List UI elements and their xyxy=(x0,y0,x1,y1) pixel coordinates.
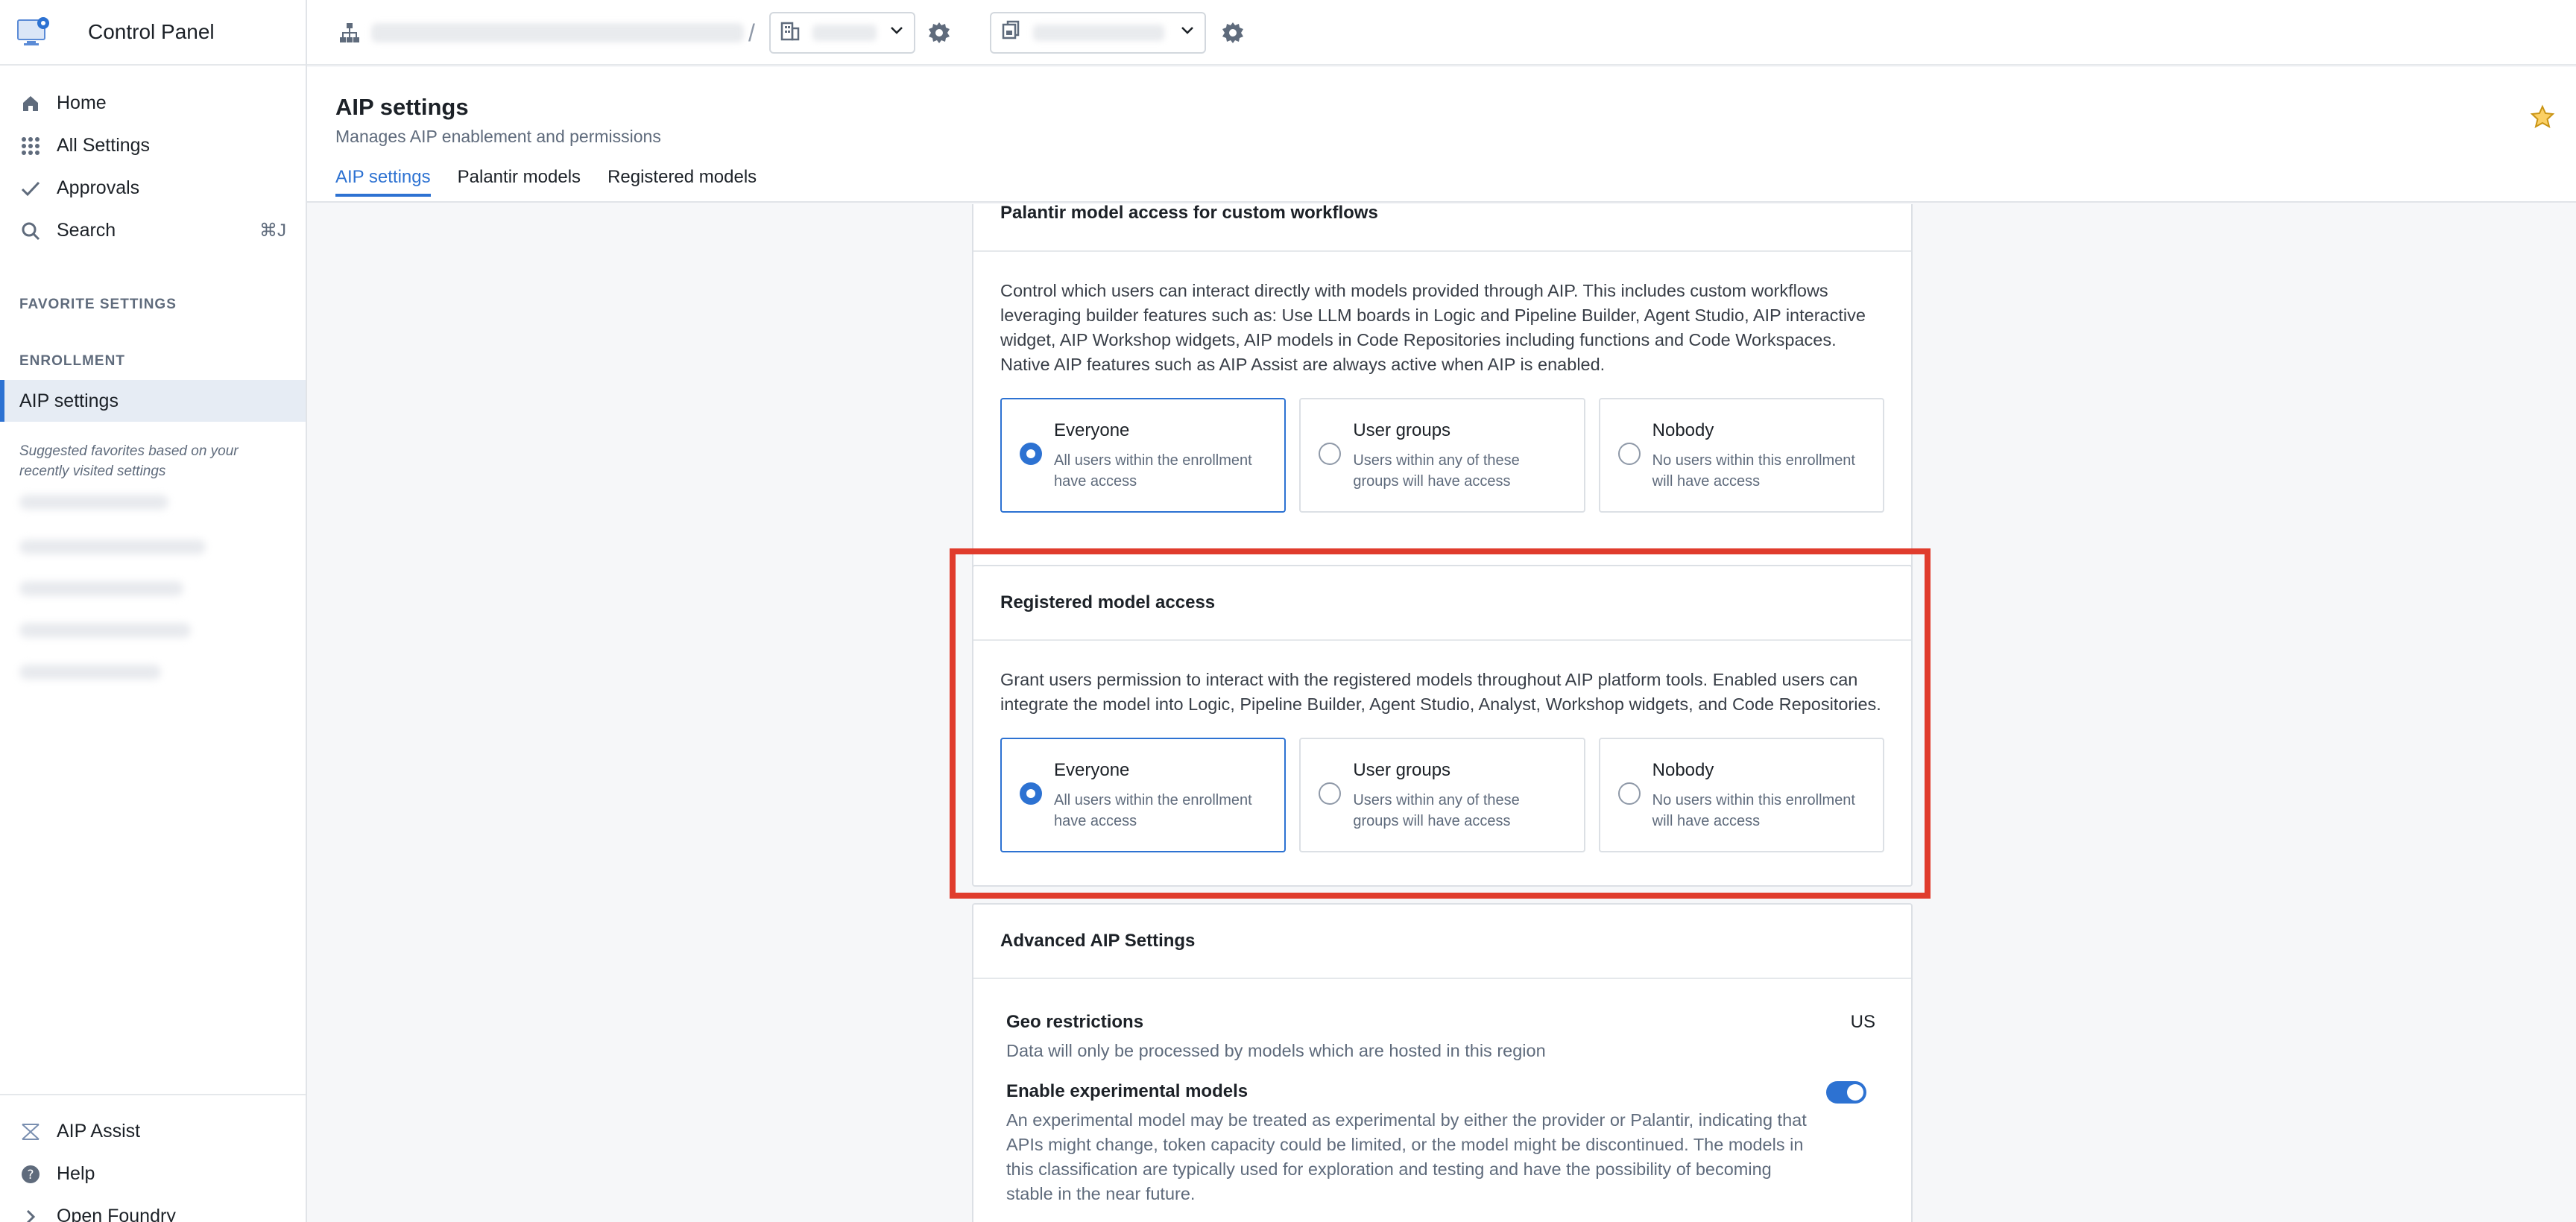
sidebar-item-home[interactable]: Home xyxy=(0,82,306,124)
sidebar-item-approvals[interactable]: Approvals xyxy=(0,167,306,209)
experimental-models-description: An experimental model may be treated as … xyxy=(1006,1110,1807,1203)
sidebar-header: Control Panel xyxy=(0,0,306,66)
suggested-item[interactable] xyxy=(19,581,183,596)
sidebar-item-open-foundry[interactable]: Open Foundry xyxy=(0,1195,306,1222)
hierarchy-icon[interactable] xyxy=(338,0,361,66)
option-title: Nobody xyxy=(1652,420,1714,440)
sidebar-item-search[interactable]: Search ⌘J xyxy=(0,209,306,252)
card-title: Advanced AIP Settings xyxy=(973,905,1911,979)
sidebar-item-label: Search xyxy=(57,220,116,241)
sidebar-item-all-settings[interactable]: All Settings xyxy=(0,124,306,167)
suggested-item[interactable] xyxy=(19,539,206,554)
chevron-down-icon xyxy=(1179,22,1196,43)
tab-registered-models[interactable]: Registered models xyxy=(607,167,757,197)
tab-bar: AIP settings Palantir models Registered … xyxy=(335,167,783,197)
experimental-models-title: Enable experimental models xyxy=(1006,1081,1248,1101)
advanced-aip-settings-card: Advanced AIP Settings Geo restrictions U… xyxy=(972,903,1913,1222)
space-icon xyxy=(1000,20,1021,45)
option-description: Users within any of these groups will ha… xyxy=(1353,452,1520,490)
tab-aip-settings[interactable]: AIP settings xyxy=(335,167,431,197)
card-title: Palantir model access for custom workflo… xyxy=(973,204,1911,252)
sidebar: Control Panel Home All Settings Approval… xyxy=(0,0,307,1222)
home-icon xyxy=(19,92,42,115)
enrollment-settings-gear-icon[interactable] xyxy=(927,0,951,66)
geo-restrictions-description: Data will only be processed by models wh… xyxy=(1006,1041,1546,1060)
chevron-down-icon xyxy=(888,22,905,43)
search-icon xyxy=(19,220,42,242)
check-icon xyxy=(19,177,42,200)
geo-restrictions-title: Geo restrictions xyxy=(1006,1012,1144,1032)
app-title: Control Panel xyxy=(88,20,215,43)
sidebar-item-aip-settings[interactable]: AIP settings xyxy=(0,380,306,422)
option-title: User groups xyxy=(1353,420,1451,440)
geo-restrictions-row: Geo restrictions US Data will only be pr… xyxy=(973,1012,1911,1063)
space-selector[interactable] xyxy=(990,0,1206,66)
option-user-groups[interactable]: User groups Users within any of these gr… xyxy=(1299,398,1585,513)
sidebar-item-help[interactable]: ? Help xyxy=(0,1153,306,1195)
grid-icon xyxy=(19,135,42,157)
experimental-models-row: Enable experimental models An experiment… xyxy=(973,1081,1911,1206)
breadcrumb-separator: / xyxy=(748,19,755,46)
suggested-item[interactable] xyxy=(19,623,191,638)
suggested-item[interactable] xyxy=(19,495,168,510)
sidebar-item-label: AIP Assist xyxy=(57,1121,141,1142)
card-description: Control which users can interact directl… xyxy=(1000,281,1866,374)
chevron-right-icon xyxy=(19,1206,42,1222)
page-header: AIP settings Manages AIP enablement and … xyxy=(307,67,2576,203)
control-panel-logo-icon[interactable] xyxy=(16,16,52,48)
help-icon: ? xyxy=(19,1163,42,1185)
radio-selected[interactable] xyxy=(1020,443,1042,465)
suggested-favorites-list xyxy=(0,495,306,680)
favorite-star-icon[interactable] xyxy=(2530,104,2555,134)
radio-unselected[interactable] xyxy=(1617,443,1641,465)
option-title: Everyone xyxy=(1054,420,1130,440)
page-title: AIP settings xyxy=(335,94,469,120)
sidebar-item-label: Help xyxy=(57,1163,95,1184)
enrollment-selector[interactable] xyxy=(769,0,915,66)
sidebar-item-label: Approvals xyxy=(57,177,140,198)
top-bar: / xyxy=(307,0,2576,66)
svg-text:?: ? xyxy=(27,1168,34,1183)
experimental-models-toggle[interactable] xyxy=(1826,1081,1866,1104)
radio-unselected[interactable] xyxy=(1319,443,1342,465)
sidebar-nav: Home All Settings Approvals Search ⌘J xyxy=(0,66,306,252)
sidebar-bottom: AIP Assist ? Help Open Foundry xyxy=(0,1094,306,1222)
organization-breadcrumb[interactable] xyxy=(371,0,744,66)
option-description: All users within the enrollment have acc… xyxy=(1054,452,1252,490)
suggested-item[interactable] xyxy=(19,665,161,680)
geo-restrictions-value[interactable]: US xyxy=(1851,1012,1875,1033)
sidebar-item-label: All Settings xyxy=(57,135,151,156)
page-subtitle: Manages AIP enablement and permissions xyxy=(335,127,661,146)
sidebar-item-aip-assist[interactable]: AIP Assist xyxy=(0,1110,306,1153)
search-shortcut: ⌘J xyxy=(259,221,286,241)
tab-palantir-models[interactable]: Palantir models xyxy=(458,167,581,197)
option-everyone[interactable]: Everyone All users within the enrollment… xyxy=(1000,398,1287,513)
aip-assist-icon xyxy=(19,1121,42,1143)
enrollment-label: ENROLLMENT xyxy=(19,353,125,369)
option-nobody[interactable]: Nobody No users within this enrollment w… xyxy=(1598,398,1884,513)
sidebar-item-label: Home xyxy=(57,92,107,113)
space-settings-gear-icon[interactable] xyxy=(1221,0,1245,66)
favorite-settings-label: FAVORITE SETTINGS xyxy=(19,297,177,312)
highlight-box xyxy=(950,548,1931,899)
option-description: No users within this enrollment will hav… xyxy=(1652,452,1855,490)
suggested-favorites-text: Suggested favorites based on your recent… xyxy=(19,443,239,479)
access-options: Everyone All users within the enrollment… xyxy=(973,377,1911,538)
sidebar-item-label: Open Foundry xyxy=(57,1206,176,1222)
building-icon xyxy=(780,20,801,45)
